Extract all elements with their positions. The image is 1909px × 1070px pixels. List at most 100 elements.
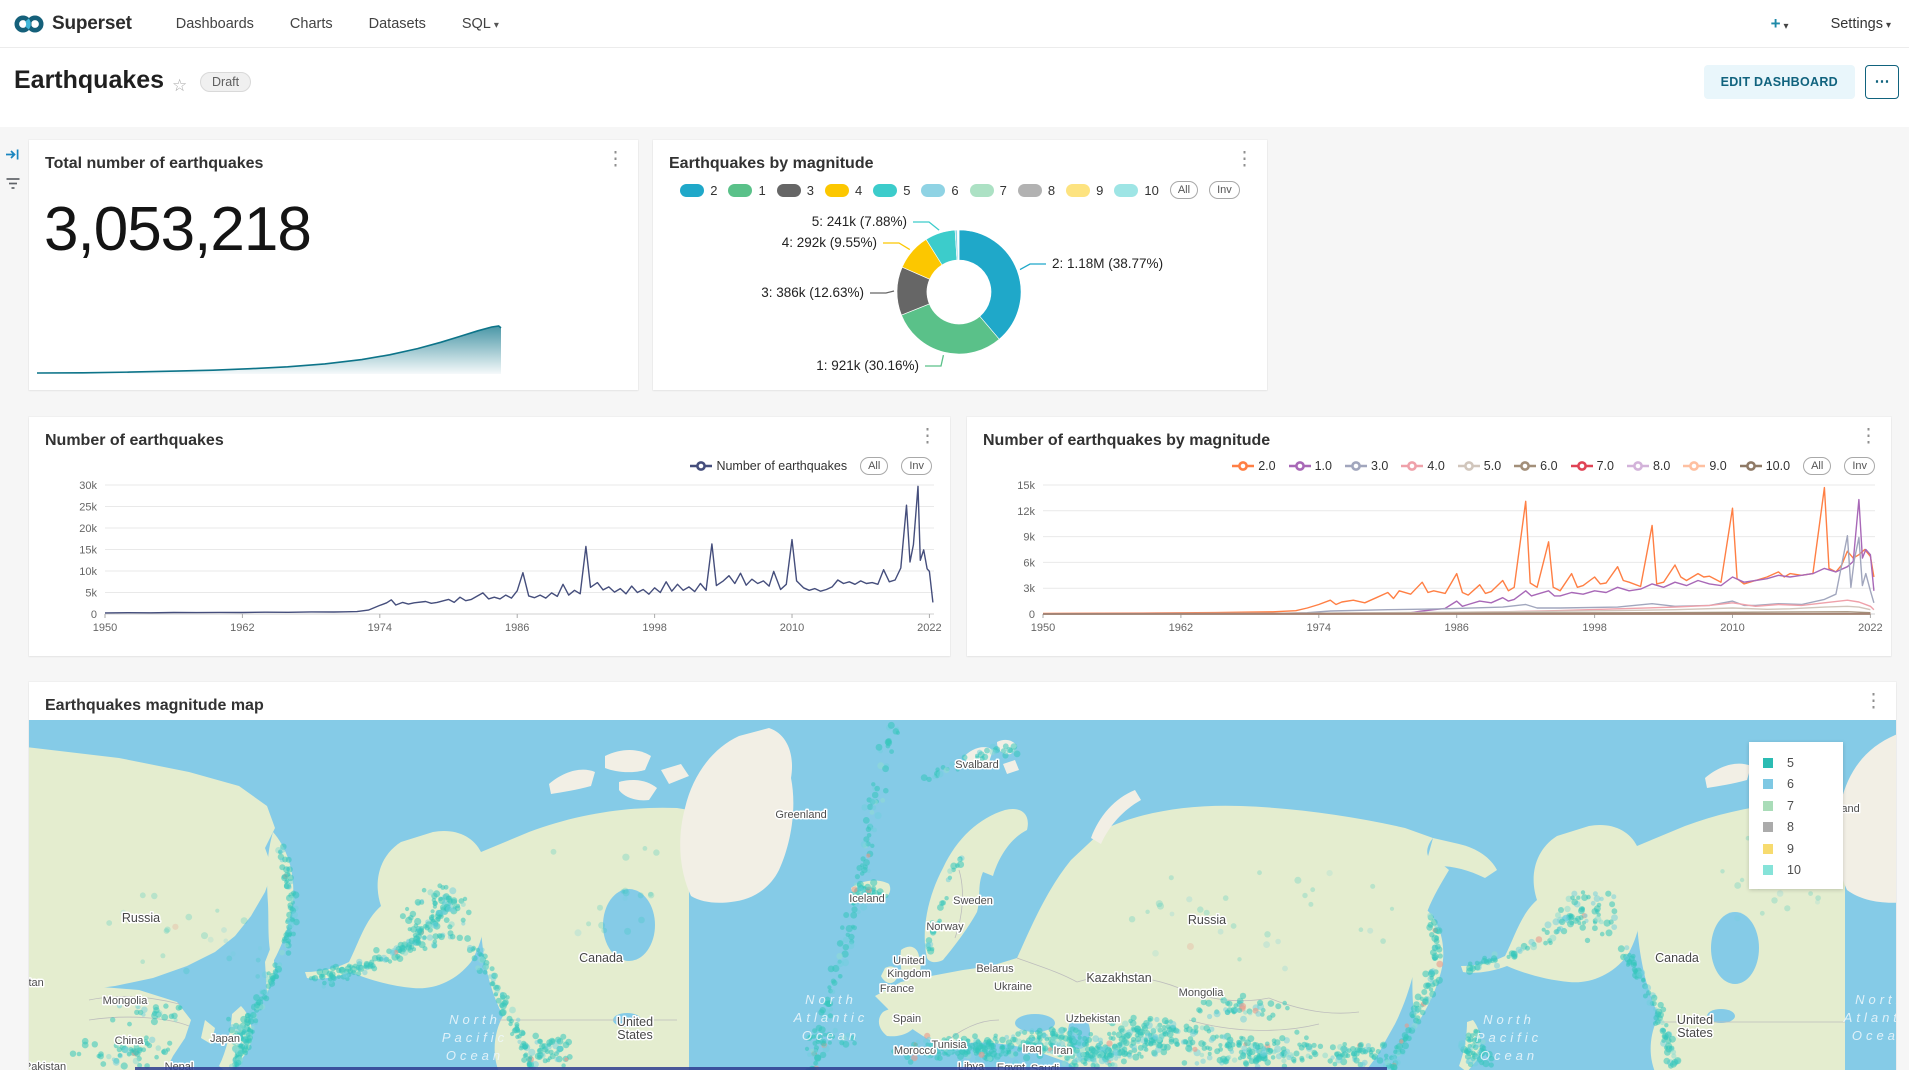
pie-callout-label: 4: 292k (9.55%) bbox=[782, 235, 877, 250]
map-label-mongolia: Mongolia bbox=[1179, 987, 1225, 999]
svg-text:10k: 10k bbox=[79, 566, 97, 578]
svg-text:20k: 20k bbox=[79, 523, 97, 535]
filter-icon[interactable] bbox=[5, 176, 21, 191]
svg-text:5k: 5k bbox=[85, 588, 97, 600]
svg-text:1974: 1974 bbox=[1307, 622, 1331, 634]
map-label-russia: Russia bbox=[1188, 913, 1226, 927]
map-label-pakistan: Pakistan bbox=[29, 1061, 66, 1070]
nav-item-datasets[interactable]: Datasets bbox=[369, 16, 426, 32]
svg-text:12k: 12k bbox=[1017, 506, 1035, 518]
pie-legend-item-4[interactable]: 4 bbox=[825, 183, 862, 198]
map-label-mongolia: Mongolia bbox=[103, 995, 149, 1007]
legend-swatch bbox=[873, 184, 897, 197]
legend-swatch bbox=[1763, 865, 1773, 875]
svg-text:1986: 1986 bbox=[505, 622, 529, 634]
map-label-tunisia: Tunisia bbox=[931, 1039, 967, 1051]
nav-item-dashboards[interactable]: Dashboards bbox=[176, 16, 254, 32]
svg-text:1950: 1950 bbox=[93, 622, 117, 634]
pie-legend-item-10[interactable]: 10 bbox=[1114, 183, 1158, 198]
svg-text:2022: 2022 bbox=[917, 622, 941, 634]
ocean-label: North bbox=[1483, 1012, 1535, 1027]
map-label-canada: Canada bbox=[579, 951, 623, 965]
chart-kebab-menu[interactable]: ⋮ bbox=[1231, 151, 1258, 169]
new-item-button[interactable]: +▾ bbox=[1771, 14, 1789, 34]
pie-legend-item-6[interactable]: 6 bbox=[921, 183, 958, 198]
map-label-spain: Spain bbox=[893, 1013, 921, 1025]
svg-text:1962: 1962 bbox=[230, 622, 254, 634]
pie-legend: 213456789 10 All Inv bbox=[653, 181, 1267, 199]
map-legend-item-9[interactable]: 9 bbox=[1763, 838, 1843, 860]
map-label-united: UnitedKingdom bbox=[887, 955, 930, 980]
chart-title: Earthquakes by magnitude bbox=[653, 140, 1267, 173]
nav-menu: Dashboards Charts Datasets SQL▾ bbox=[176, 16, 499, 32]
ocean-label: Pacific bbox=[442, 1030, 508, 1045]
ocean-label: North bbox=[1855, 992, 1896, 1007]
map-label-iceland: Iceland bbox=[849, 893, 884, 905]
ocean-label: Ocean bbox=[1852, 1028, 1896, 1043]
pie-legend-item-2[interactable]: 2 bbox=[680, 183, 717, 198]
world-map[interactable]: NorthPacificOceanNorthAtlanticOceanNorth… bbox=[29, 720, 1896, 1070]
settings-menu[interactable]: Settings▾ bbox=[1831, 16, 1891, 32]
chart-kebab-menu[interactable]: ⋮ bbox=[602, 151, 629, 169]
legend-inv-pill[interactable]: Inv bbox=[1209, 181, 1240, 199]
svg-text:1998: 1998 bbox=[1582, 622, 1606, 634]
expand-filter-bar-icon[interactable] bbox=[5, 147, 21, 162]
legend-swatch bbox=[970, 184, 994, 197]
svg-text:1974: 1974 bbox=[368, 622, 392, 634]
card-earthquakes-by-magnitude: Earthquakes by magnitude ⋮ 213456789 10 Al… bbox=[653, 140, 1267, 390]
map-label-svalbard: Svalbard bbox=[955, 759, 998, 771]
page-title: Earthquakes bbox=[14, 66, 164, 95]
map-label-greenland: Greenland bbox=[775, 809, 826, 821]
legend-swatch bbox=[728, 184, 752, 197]
legend-swatch bbox=[921, 184, 945, 197]
brand-name: Superset bbox=[52, 13, 132, 35]
dashboard-more-button[interactable]: ⋯ bbox=[1865, 65, 1899, 99]
map-label-canada: Canada bbox=[1655, 951, 1699, 965]
pie-callout-label: 2: 1.18M (38.77%) bbox=[1052, 256, 1163, 271]
superset-logo[interactable]: Superset bbox=[14, 13, 132, 35]
svg-text:2010: 2010 bbox=[780, 622, 804, 634]
map-label-norway: Norway bbox=[926, 921, 964, 933]
map-label-japan: Japan bbox=[210, 1033, 240, 1045]
map-label-morocco: Morocco bbox=[894, 1045, 936, 1057]
chart-kebab-menu[interactable]: ⋮ bbox=[1860, 693, 1887, 711]
legend-all-pill[interactable]: All bbox=[1170, 181, 1198, 199]
card-number-of-earthquakes: Number of earthquakes ⋮ Number of earthq… bbox=[29, 417, 950, 656]
pie-callout-label: 1: 921k (30.16%) bbox=[816, 358, 919, 373]
map-legend-item-10[interactable]: 10 bbox=[1763, 860, 1843, 882]
svg-text:0: 0 bbox=[91, 609, 97, 621]
pie-legend-item-7[interactable]: 7 bbox=[970, 183, 1007, 198]
svg-text:3k: 3k bbox=[1023, 583, 1035, 595]
favorite-star-icon[interactable]: ☆ bbox=[172, 76, 187, 96]
map-canvas[interactable]: NorthPacificOceanNorthAtlanticOceanNorth… bbox=[29, 720, 1896, 1070]
map-label-belarus: Belarus bbox=[976, 963, 1014, 975]
card-number-of-earthquakes-by-magnitude: Number of earthquakes by magnitude ⋮ 2.0… bbox=[967, 417, 1891, 656]
svg-text:1962: 1962 bbox=[1169, 622, 1193, 634]
legend-swatch bbox=[1066, 184, 1090, 197]
pie-legend-item-9[interactable]: 9 bbox=[1066, 183, 1103, 198]
map-label-uzbekistan: Uzbekistan bbox=[1066, 1013, 1120, 1025]
line-chart[interactable]: 05k10k15k20k25k30k1950196219741986199820… bbox=[29, 417, 950, 656]
pie-legend-item-5[interactable]: 5 bbox=[873, 183, 910, 198]
trendline-sparkline bbox=[33, 322, 505, 376]
legend-swatch bbox=[777, 184, 801, 197]
ocean-label: North bbox=[449, 1012, 501, 1027]
map-legend-item-6[interactable]: 6 bbox=[1763, 774, 1843, 796]
infinity-logo-icon bbox=[14, 13, 44, 35]
line-chart[interactable]: 03k6k9k12k15k195019621974198619982010202… bbox=[967, 417, 1891, 656]
map-label-ukraine: Ukraine bbox=[994, 981, 1032, 993]
pie-legend-item-8[interactable]: 8 bbox=[1018, 183, 1055, 198]
map-legend-item-8[interactable]: 8 bbox=[1763, 817, 1843, 839]
svg-text:15k: 15k bbox=[1017, 480, 1035, 492]
pie-legend-item-1[interactable]: 1 bbox=[728, 183, 765, 198]
map-label-kazakhstan: Kazakhstan bbox=[29, 977, 44, 989]
nav-item-sql[interactable]: SQL▾ bbox=[462, 16, 499, 32]
donut-chart[interactable]: 2: 1.18M (38.77%)1: 921k (30.16%)3: 386k… bbox=[653, 202, 1267, 388]
edit-dashboard-button[interactable]: EDIT DASHBOARD bbox=[1704, 65, 1855, 99]
big-number-value: 3,053,218 bbox=[44, 194, 311, 265]
nav-item-charts[interactable]: Charts bbox=[290, 16, 333, 32]
pie-legend-item-3[interactable]: 3 bbox=[777, 183, 814, 198]
map-legend-item-7[interactable]: 7 bbox=[1763, 795, 1843, 817]
map-legend-item-5[interactable]: 5 bbox=[1763, 752, 1843, 774]
ocean-label: Ocean bbox=[1480, 1048, 1538, 1063]
